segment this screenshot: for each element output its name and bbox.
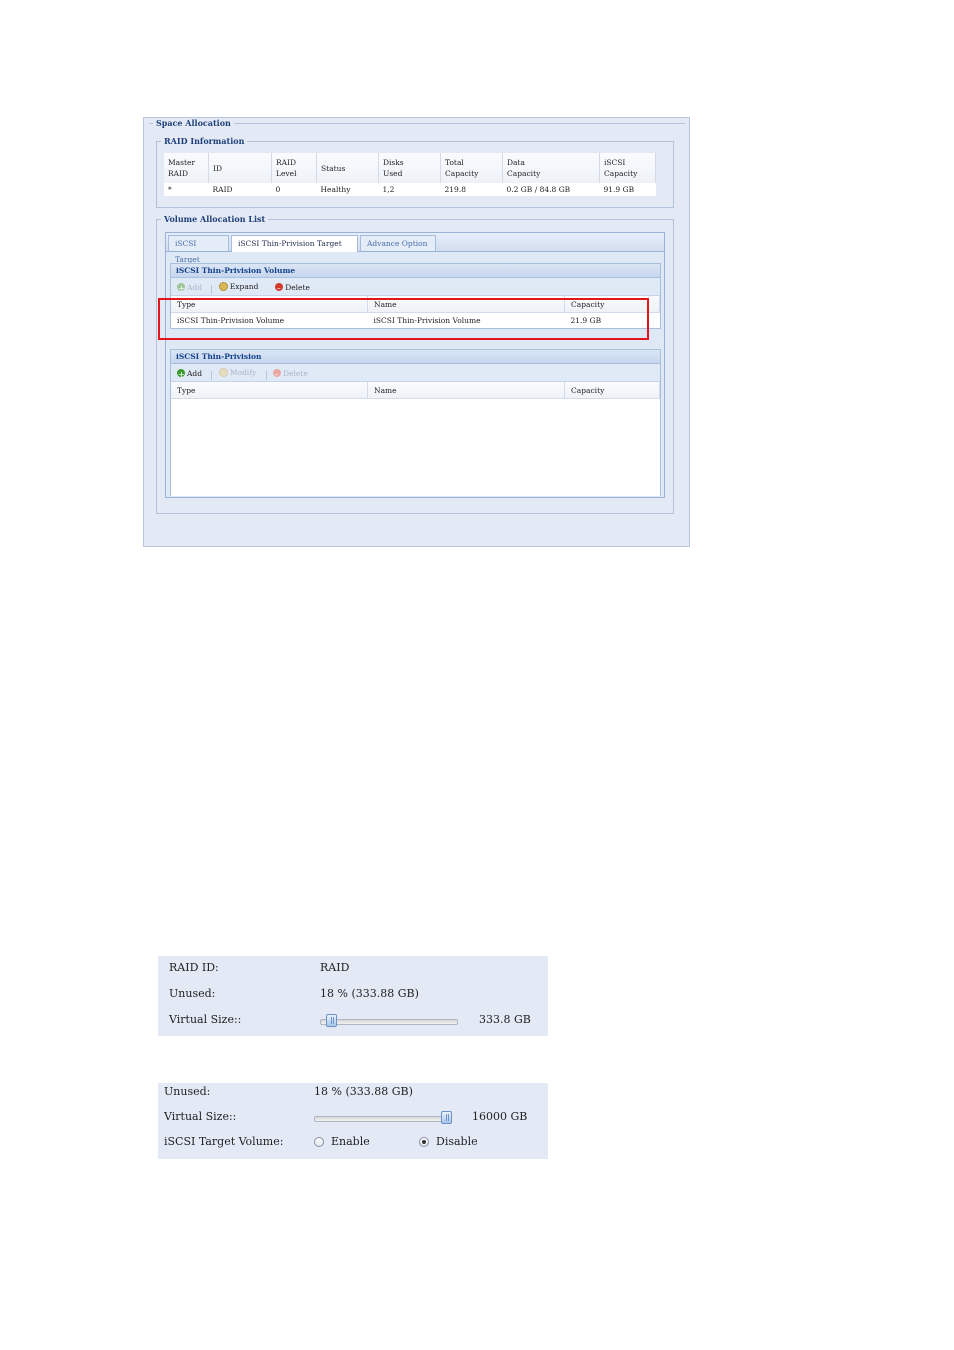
col-raid-level[interactable]: RAID Level xyxy=(271,153,317,183)
virtual-size-label: Virtual Size:: xyxy=(169,1013,242,1026)
table-row[interactable]: * RAID 0 Healthy 1,2 219.8 0.2 GB / 84.8… xyxy=(164,183,656,196)
thin-volume-toolbar: Add Expand Delete xyxy=(171,278,660,297)
thin-target-table: Type Name Capacity xyxy=(171,382,660,399)
col-type[interactable]: Type xyxy=(171,382,368,399)
enable-label[interactable]: Enable xyxy=(331,1135,370,1148)
tab-advance-option[interactable]: Advance Option xyxy=(360,235,436,251)
raid-table-header: Master RAID ID RAID Level Status Disks U… xyxy=(164,153,656,183)
thin-volume-grid-title: iSCSI Thin-Privision Volume xyxy=(171,264,660,278)
unused-row: Unused: 18 % (333.88 GB) xyxy=(158,987,548,1007)
cell-data-capacity: 0.2 GB / 84.8 GB xyxy=(502,183,600,196)
raid-id-label: RAID ID: xyxy=(169,961,219,974)
col-data-capacity[interactable]: Data Capacity xyxy=(502,153,600,183)
space-allocation-title: Space Allocation xyxy=(156,118,231,128)
toolbar-separator xyxy=(268,285,269,294)
add-label: Add xyxy=(187,282,203,292)
thin-target-table-header: Type Name Capacity xyxy=(171,382,660,399)
delete-label: Delete xyxy=(285,282,310,292)
cell-status: Healthy xyxy=(316,183,379,196)
virtual-size-row: Virtual Size:: 333.8 GB xyxy=(158,1013,548,1033)
col-iscsi-capacity[interactable]: iSCSI Capacity xyxy=(599,153,656,183)
thin-target-grid-title: iSCSI Thin-Privision xyxy=(171,350,660,364)
cell-master-raid: * xyxy=(164,183,209,196)
delete-button[interactable]: Delete xyxy=(273,365,308,383)
target-volume-row: iSCSI Target Volume: Enable Disable xyxy=(158,1135,548,1155)
delete-icon xyxy=(273,366,282,383)
add-icon xyxy=(177,280,185,297)
delete-button[interactable]: Delete xyxy=(275,279,310,297)
modify-label: Modify xyxy=(229,368,257,377)
add-label: Add xyxy=(187,368,203,378)
thin-target-toolbar: Add Modify Delete xyxy=(171,364,660,383)
virtual-size-value: 333.8 GB xyxy=(479,1013,531,1026)
unused-label: Unused: xyxy=(164,1085,211,1098)
target-volume-label: iSCSI Target Volume: xyxy=(164,1135,284,1148)
expand-button[interactable]: Expand xyxy=(218,278,259,295)
virtual-size-row: Virtual Size:: 16000 GB xyxy=(158,1110,548,1130)
cell-id: RAID xyxy=(208,183,272,196)
col-name[interactable]: Name xyxy=(367,382,565,399)
virtual-size-slider[interactable] xyxy=(314,1116,452,1122)
unused-value: 18 % (333.88 GB) xyxy=(314,1085,413,1098)
raid-id-row: RAID ID: RAID xyxy=(158,961,548,981)
cell-disks-used: 1,2 xyxy=(378,183,441,196)
disable-label[interactable]: Disable xyxy=(436,1135,478,1148)
toolbar-separator xyxy=(265,370,267,380)
cell-iscsi-capacity: 91.9 GB xyxy=(599,183,656,196)
toolbar-separator xyxy=(211,284,213,294)
thin-target-grid: iSCSI Thin-Privision Add Modify Delete T… xyxy=(170,349,661,496)
gear-icon xyxy=(218,368,228,377)
cell-total-capacity: 219.8 xyxy=(440,183,503,196)
col-id[interactable]: ID xyxy=(208,153,272,183)
virtual-size-slider[interactable] xyxy=(320,1019,458,1025)
enable-radio[interactable] xyxy=(314,1137,324,1147)
toolbar-separator xyxy=(211,370,213,380)
unused-row: Unused: 18 % (333.88 GB) xyxy=(158,1085,548,1105)
disable-radio[interactable] xyxy=(419,1137,429,1147)
virtual-size-value: 16000 GB xyxy=(472,1110,528,1123)
virtual-size-form-2: Unused: 18 % (333.88 GB) Virtual Size:: … xyxy=(158,1083,548,1159)
col-master-raid[interactable]: Master RAID xyxy=(164,153,209,183)
tab-bar: iSCSI Target iSCSI Thin-Privision Target… xyxy=(166,233,664,264)
slider-handle[interactable] xyxy=(326,1014,338,1027)
delete-icon xyxy=(275,280,284,297)
modify-button[interactable]: Modify xyxy=(218,364,257,381)
unused-value: 18 % (333.88 GB) xyxy=(320,987,419,1000)
add-button[interactable]: Add xyxy=(177,365,203,383)
col-status[interactable]: Status xyxy=(316,153,379,183)
highlight-box xyxy=(158,298,649,340)
raid-information-title: RAID Information xyxy=(164,136,245,146)
tab-iscsi-thin-provision-target[interactable]: iSCSI Thin-Privision Target xyxy=(231,235,358,252)
add-icon xyxy=(177,366,185,383)
col-capacity[interactable]: Capacity xyxy=(564,382,660,399)
add-button[interactable]: Add xyxy=(177,279,203,297)
cell-raid-level: 0 xyxy=(271,183,317,196)
delete-label: Delete xyxy=(283,368,308,378)
raid-id-value: RAID xyxy=(320,961,350,974)
virtual-size-label: Virtual Size:: xyxy=(164,1110,237,1123)
unused-label: Unused: xyxy=(169,987,216,1000)
col-disks-used[interactable]: Disks Used xyxy=(378,153,441,183)
virtual-size-form-1: RAID ID: RAID Unused: 18 % (333.88 GB) V… xyxy=(158,956,548,1036)
col-total-capacity[interactable]: Total Capacity xyxy=(440,153,503,183)
raid-information-table: Master RAID ID RAID Level Status Disks U… xyxy=(164,153,656,196)
volume-tabs-container: iSCSI Target iSCSI Thin-Privision Target… xyxy=(165,232,665,498)
expand-label: Expand xyxy=(229,282,259,291)
slider-handle[interactable] xyxy=(441,1111,452,1124)
volume-allocation-title: Volume Allocation List xyxy=(164,214,266,224)
tab-iscsi-target[interactable]: iSCSI Target xyxy=(168,235,229,264)
gear-icon xyxy=(218,282,228,291)
